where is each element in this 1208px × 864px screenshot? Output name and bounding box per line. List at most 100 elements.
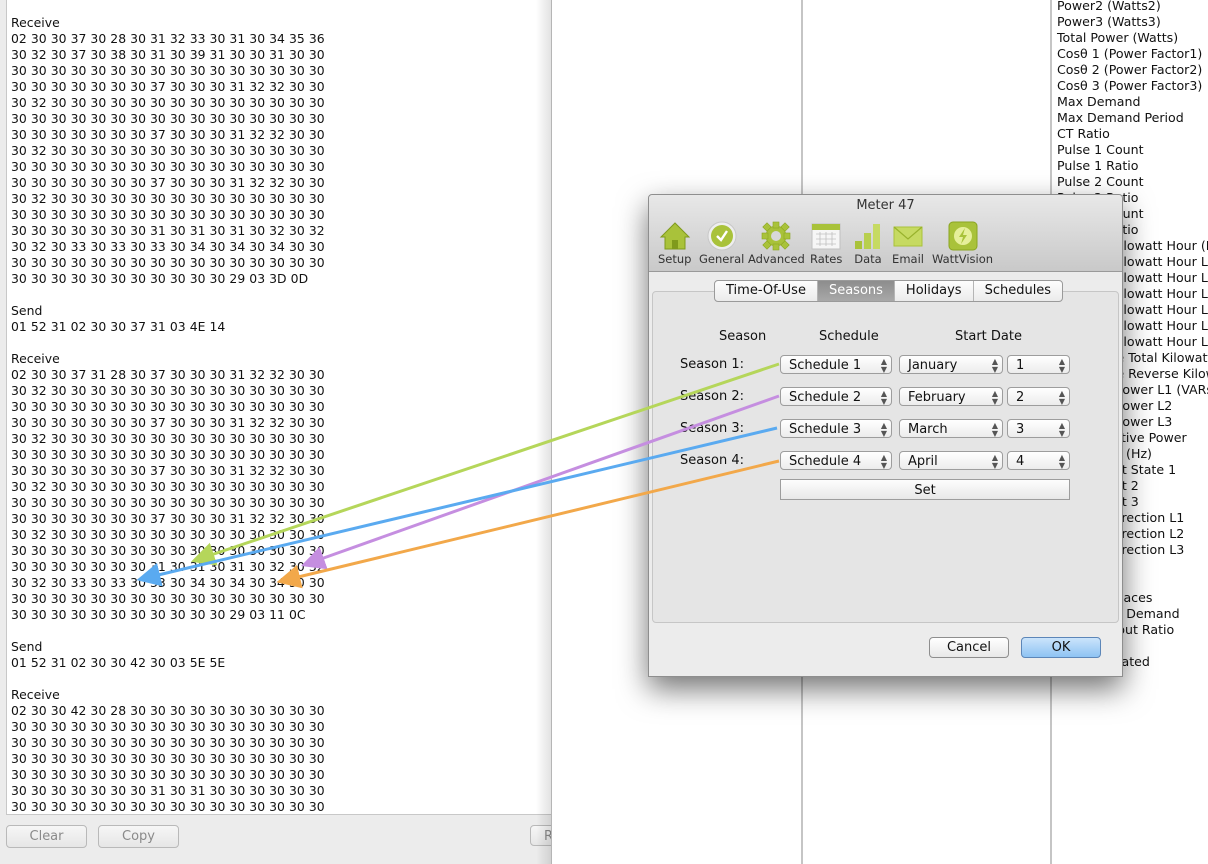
house-icon [659, 222, 690, 250]
toolbar-rates[interactable]: Rates [810, 221, 842, 266]
field-list-item[interactable]: Pulse 1 Ratio [1057, 158, 1208, 174]
log-line: 30 30 30 30 30 30 30 30 30 30 30 30 30 3… [11, 767, 325, 782]
stepper-arrows-icon: ▲ ▼ [880, 357, 887, 374]
tab-seasons[interactable]: Seasons [817, 281, 895, 301]
log-pane: Receive 02 30 30 37 30 28 30 31 32 33 30 … [0, 0, 560, 864]
toolbar-advanced[interactable]: Advanced [748, 221, 805, 266]
stepper-arrows-icon: ▲ ▼ [1058, 421, 1065, 438]
field-list-item[interactable]: Cosθ 3 (Power Factor3) [1057, 78, 1208, 94]
stepper-arrows-icon: ▲ ▼ [1058, 389, 1065, 406]
field-list-item[interactable]: Max Demand [1057, 94, 1208, 110]
season-4-schedule-select[interactable]: Schedule 4 ▲ ▼ [780, 451, 892, 470]
log-block: Receive 02 30 30 37 30 28 30 31 32 33 30 … [11, 15, 325, 287]
log-line: 30 32 30 30 30 30 30 30 30 30 30 30 30 3… [11, 479, 325, 494]
copy-button[interactable]: Copy [98, 825, 179, 848]
tab-bar: Time-Of-Use Seasons Holidays Schedules [714, 280, 1064, 302]
log-line: 30 30 30 30 30 30 30 30 30 30 30 29 03 1… [11, 607, 306, 622]
season-3-schedule-select[interactable]: Schedule 3 ▲ ▼ [780, 419, 892, 438]
log-line: 30 30 30 30 30 30 30 37 30 30 30 31 32 3… [11, 79, 325, 94]
season-2-day-select[interactable]: 2 ▲ ▼ [1007, 387, 1070, 406]
season-1-day-select[interactable]: 1 ▲ ▼ [1007, 355, 1070, 374]
season-4-day-select[interactable]: 4 ▲ ▼ [1007, 451, 1070, 470]
meter-dialog: Meter 47 Setup General Advanced Rates Da… [648, 194, 1123, 677]
season-1-schedule-select[interactable]: Schedule 1 ▲ ▼ [780, 355, 892, 374]
ok-button[interactable]: OK [1021, 637, 1101, 658]
log-block: Send 01 52 31 02 30 30 37 31 03 4E 14 [11, 303, 325, 335]
stepper-arrows-icon: ▲ ▼ [1058, 357, 1065, 374]
field-list-item[interactable]: Max Demand Period [1057, 110, 1208, 126]
toolbar-setup[interactable]: Setup [658, 221, 691, 266]
stepper-arrows-icon: ▲ ▼ [991, 389, 998, 406]
field-list-item[interactable]: Total Power (Watts) [1057, 30, 1208, 46]
log-line: 30 30 30 30 30 30 30 30 30 30 30 30 30 3… [11, 591, 325, 606]
stepper-arrows-icon: ▲ ▼ [880, 389, 887, 406]
log-line: 01 52 31 02 30 30 42 30 03 5E 5E [11, 655, 226, 670]
log-line: 30 30 30 30 30 30 30 30 30 30 30 30 30 3… [11, 207, 325, 222]
log-block: Send 01 52 31 02 30 30 42 30 03 5E 5E [11, 639, 325, 671]
season-3-day-select[interactable]: 3 ▲ ▼ [1007, 419, 1070, 438]
toolbar-wattvision[interactable]: WattVision [932, 221, 993, 266]
log-block: Receive 02 30 30 37 31 28 30 37 30 30 30 … [11, 351, 325, 623]
field-list-item[interactable]: Cosθ 2 (Power Factor2) [1057, 62, 1208, 78]
log-line: 30 30 30 30 30 30 30 37 30 30 30 31 32 3… [11, 175, 325, 190]
dialog-toolbar: Meter 47 Setup General Advanced Rates Da… [649, 195, 1122, 272]
tab-holidays[interactable]: Holidays [895, 281, 974, 301]
dialog-title: Meter 47 [856, 198, 915, 213]
season-1-month-select[interactable]: January ▲ ▼ [899, 355, 1003, 374]
season-2-label: Season 2: [680, 389, 744, 404]
log-line: 30 30 30 30 30 30 30 30 30 30 30 29 03 3… [11, 271, 309, 286]
field-list-item[interactable]: Pulse 1 Count [1057, 142, 1208, 158]
log-line: 30 32 30 37 30 38 30 31 30 39 31 30 30 3… [11, 47, 325, 62]
toolbar-general[interactable]: General [699, 221, 744, 266]
season-3-month-select[interactable]: March ▲ ▼ [899, 419, 1003, 438]
log-line: 30 32 30 30 30 30 30 30 30 30 30 30 30 3… [11, 191, 325, 206]
stepper-arrows-icon: ▲ ▼ [1058, 453, 1065, 470]
tab-schedules[interactable]: Schedules [974, 281, 1063, 301]
envelope-icon [893, 226, 923, 247]
log-line: 30 30 30 30 30 30 30 30 30 30 30 30 30 3… [11, 447, 325, 462]
field-list-item[interactable]: Power2 (Watts2) [1057, 0, 1208, 14]
log-line: 02 30 30 37 31 28 30 37 30 30 30 31 32 3… [11, 367, 325, 382]
log-line: 30 30 30 30 30 30 30 30 30 30 30 30 30 3… [11, 495, 325, 510]
stepper-arrows-icon: ▲ ▼ [991, 453, 998, 470]
clear-button[interactable]: Clear [6, 825, 87, 848]
log-block-label: Send [11, 303, 43, 318]
log-line: 30 30 30 30 30 30 30 30 30 30 30 30 30 3… [11, 799, 325, 814]
log-line: 30 30 30 30 30 30 30 30 30 30 30 30 30 3… [11, 543, 325, 558]
tab-time-of-use[interactable]: Time-Of-Use [715, 281, 818, 301]
cancel-button[interactable]: Cancel [929, 637, 1009, 658]
log-line: 30 32 30 30 30 30 30 30 30 30 30 30 30 3… [11, 95, 325, 110]
log-line: 30 30 30 30 30 30 30 30 30 30 30 30 30 3… [11, 719, 325, 734]
log-block-label: Send [11, 639, 43, 654]
log-line: 30 32 30 30 30 30 30 30 30 30 30 30 30 3… [11, 143, 325, 158]
log-line: 30 30 30 30 30 30 30 30 30 30 30 30 30 3… [11, 159, 325, 174]
field-list-item[interactable]: Pulse 2 Count [1057, 174, 1208, 190]
season-1-label: Season 1: [680, 357, 744, 372]
field-list-item[interactable]: Cosθ 1 (Power Factor1) [1057, 46, 1208, 62]
log-line: 30 30 30 30 30 30 30 37 30 30 30 31 32 3… [11, 463, 325, 478]
set-button[interactable]: Set [780, 479, 1070, 500]
log-text-area[interactable]: Receive 02 30 30 37 30 28 30 31 32 33 30 … [6, 0, 552, 815]
log-line: 30 30 30 30 30 30 30 31 30 31 30 31 30 3… [11, 223, 325, 238]
lightning-icon [948, 221, 978, 251]
season-2-month-select[interactable]: February ▲ ▼ [899, 387, 1003, 406]
field-list-item[interactable]: Power3 (Watts3) [1057, 14, 1208, 30]
log-line: 02 30 30 42 30 28 30 30 30 30 30 30 30 3… [11, 703, 325, 718]
schedule-column-header: Schedule [819, 329, 879, 344]
log-line: 30 30 30 30 30 30 30 30 30 30 30 30 30 3… [11, 751, 325, 766]
stepper-arrows-icon: ▲ ▼ [991, 421, 998, 438]
pane-shadow [536, 0, 552, 864]
toolbar-data[interactable]: Data [852, 221, 884, 266]
bar-chart-icon [855, 224, 880, 249]
season-4-month-select[interactable]: April ▲ ▼ [899, 451, 1003, 470]
log-line: 30 30 30 30 30 30 30 37 30 30 30 31 32 3… [11, 415, 325, 430]
log-content: Receive 02 30 30 37 30 28 30 31 32 33 30 … [11, 15, 325, 814]
season-2-schedule-select[interactable]: Schedule 2 ▲ ▼ [780, 387, 892, 406]
field-list-item[interactable]: CT Ratio [1057, 126, 1208, 142]
season-column-header: Season [719, 329, 767, 344]
log-line: 30 32 30 33 30 33 30 33 30 34 30 34 30 3… [11, 239, 325, 254]
start-date-column-header: Start Date [955, 329, 1022, 344]
toolbar-email[interactable]: Email [892, 221, 924, 266]
log-line: 30 30 30 30 30 30 30 30 30 30 30 30 30 3… [11, 255, 325, 270]
log-line: 30 30 30 30 30 30 30 30 30 30 30 30 30 3… [11, 735, 325, 750]
